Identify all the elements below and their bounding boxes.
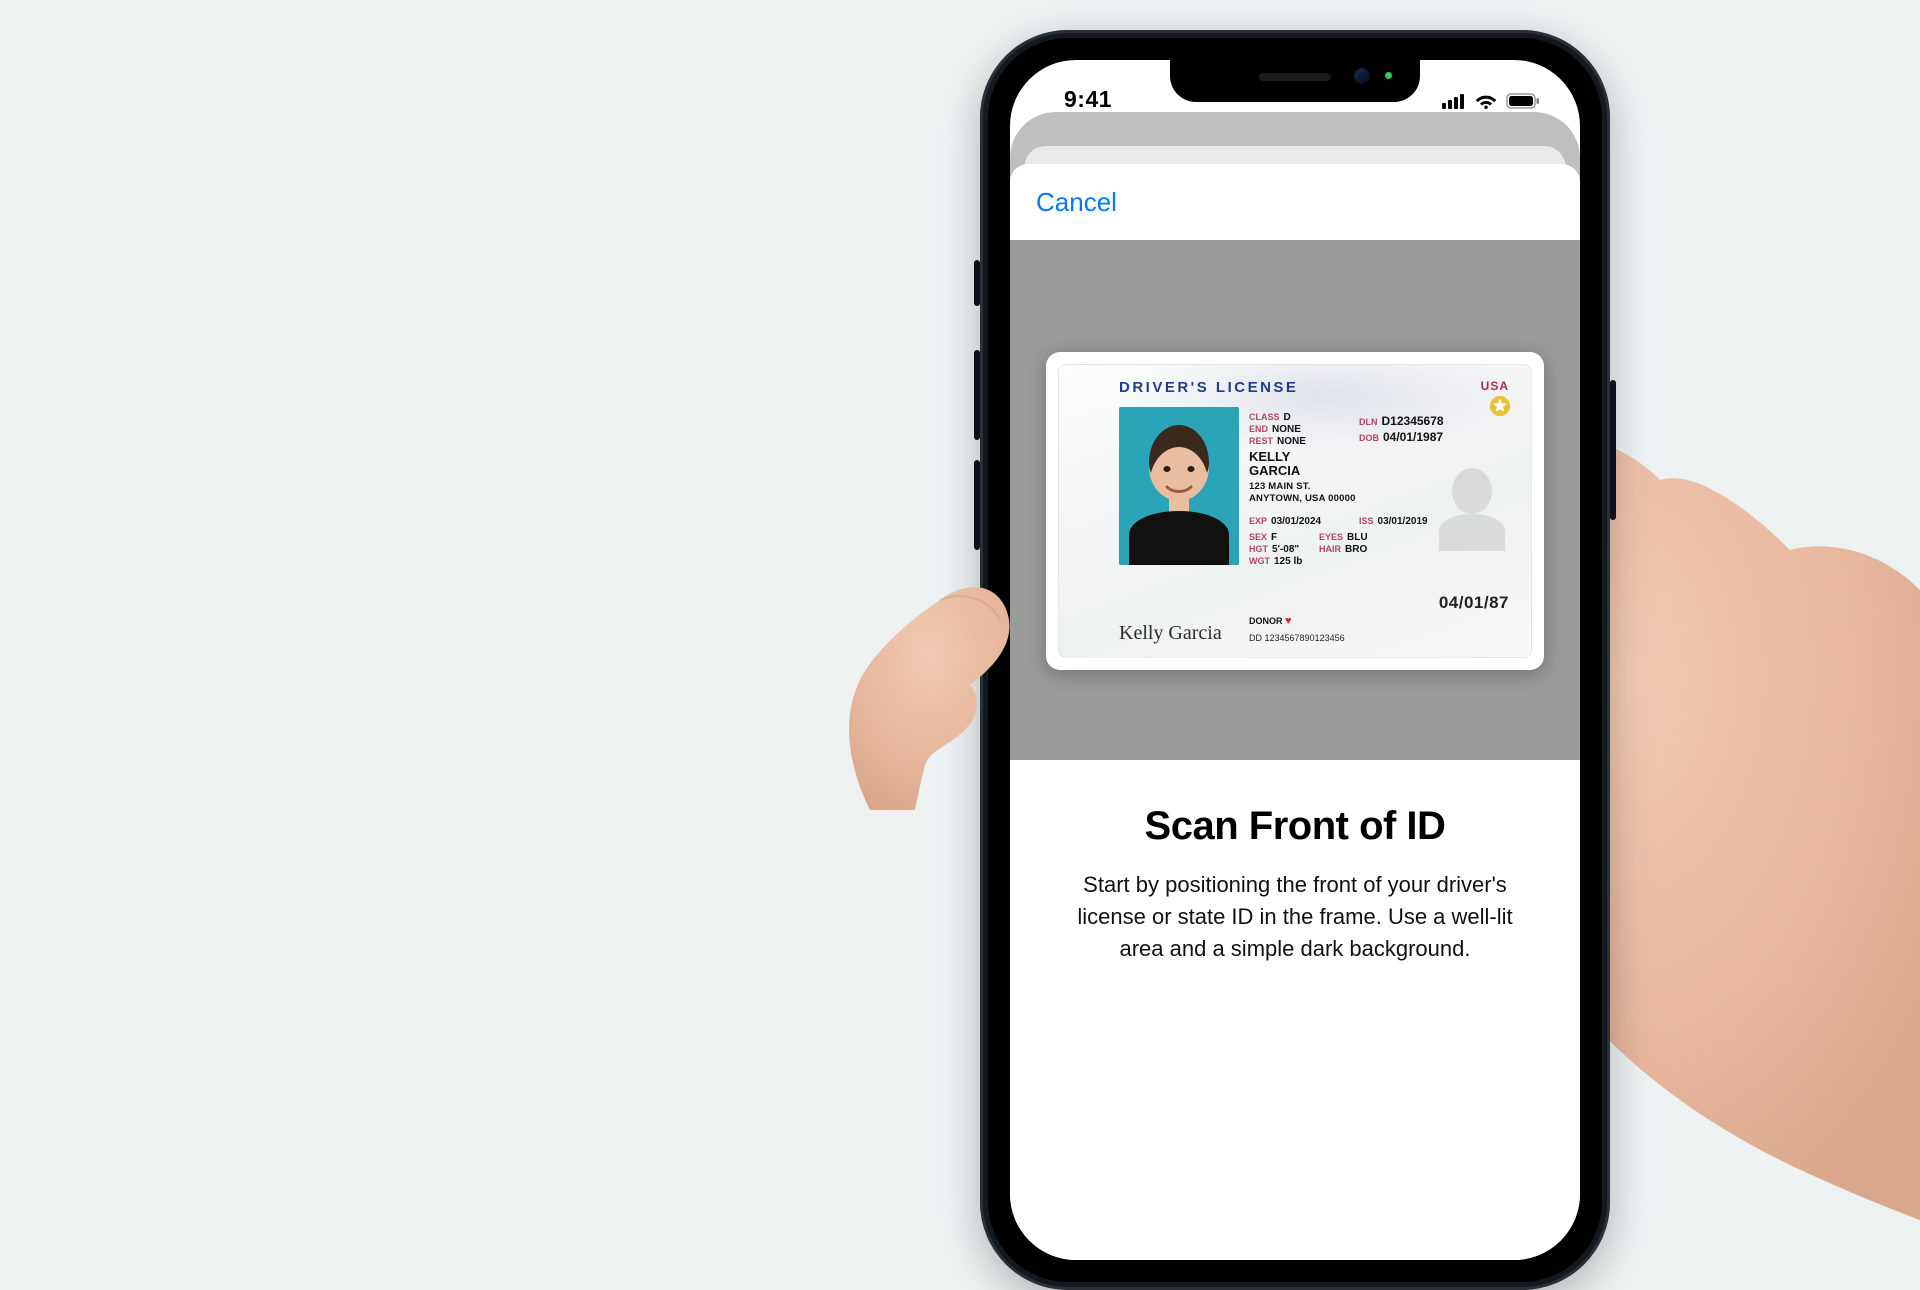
heart-icon: ♥ [1285, 615, 1292, 627]
volume-down-button [974, 460, 980, 550]
dd-label: DD [1249, 633, 1262, 643]
sheet-header: Cancel [1010, 164, 1580, 240]
drivers-license-card: DRIVER'S LICENSE USA [1058, 364, 1532, 658]
exp-label: EXP [1249, 516, 1267, 526]
wgt-label: WGT [1249, 556, 1270, 566]
cancel-button[interactable]: Cancel [1036, 179, 1117, 226]
camera-indicator-icon [1385, 72, 1392, 79]
phone-screen: 9:41 [1010, 60, 1580, 1260]
end-value: NONE [1272, 424, 1301, 435]
wgt-value: 125 lb [1274, 556, 1302, 567]
dd-row: DD 1234567890123456 [1249, 633, 1345, 643]
card-addr1: 123 MAIN ST. [1249, 481, 1311, 493]
hair-value: BRO [1345, 544, 1367, 555]
card-signature: Kelly Garcia [1119, 622, 1222, 645]
instructions-title: Scan Front of ID [1050, 804, 1540, 849]
eyes-label: EYES [1319, 532, 1343, 542]
card-first-name: GARCIA [1249, 465, 1300, 477]
card-addr2: ANYTOWN, USA 00000 [1249, 493, 1356, 505]
wifi-icon [1474, 93, 1498, 109]
status-time: 9:41 [1046, 86, 1112, 113]
class-label: CLASS [1249, 412, 1280, 422]
hgt-value: 5'-08" [1272, 544, 1299, 555]
exp-value: 03/01/2024 [1271, 516, 1321, 527]
notch [1170, 60, 1420, 102]
iphone-device: 9:41 [980, 30, 1610, 1290]
eyes-value: BLU [1347, 532, 1368, 543]
rest-value: NONE [1277, 436, 1306, 447]
silence-switch [974, 260, 980, 306]
id-capture-frame: DRIVER'S LICENSE USA [1046, 352, 1544, 670]
rest-label: REST [1249, 436, 1273, 446]
iss-value: 03/01/2019 [1378, 516, 1428, 527]
card-big-date: 04/01/87 [1439, 593, 1509, 613]
cellular-icon [1442, 93, 1466, 109]
dd-value: 1234567890123456 [1265, 633, 1345, 643]
dob-value: 04/01/1987 [1383, 430, 1443, 444]
battery-icon [1506, 93, 1540, 109]
hgt-label: HGT [1249, 544, 1268, 554]
hair-label: HAIR [1319, 544, 1341, 554]
card-ghost-photo [1433, 455, 1511, 551]
card-photo [1119, 407, 1239, 565]
end-label: END [1249, 424, 1268, 434]
dln-label: DLN [1359, 417, 1378, 427]
card-last-name: KELLY [1249, 451, 1290, 463]
camera-viewfinder[interactable]: DRIVER'S LICENSE USA [1010, 240, 1580, 760]
front-camera-icon [1354, 68, 1370, 84]
sex-value: F [1271, 532, 1277, 543]
instructions-body: Start by positioning the front of your d… [1050, 869, 1540, 965]
scan-id-sheet: Cancel DRIVER'S LICENSE USA [1010, 164, 1580, 1260]
power-button [1610, 380, 1616, 520]
dob-label: DOB [1359, 433, 1379, 443]
card-title: DRIVER'S LICENSE [1119, 379, 1298, 396]
volume-up-button [974, 350, 980, 440]
instructions: Scan Front of ID Start by positioning th… [1010, 760, 1580, 965]
sex-label: SEX [1249, 532, 1267, 542]
card-country: USA [1481, 379, 1509, 393]
real-id-star-icon [1489, 395, 1511, 417]
class-value: D [1284, 412, 1291, 423]
iss-label: ISS [1359, 516, 1374, 526]
dln-value: D12345678 [1382, 414, 1444, 428]
donor-label: DONOR ♥ [1249, 615, 1292, 627]
